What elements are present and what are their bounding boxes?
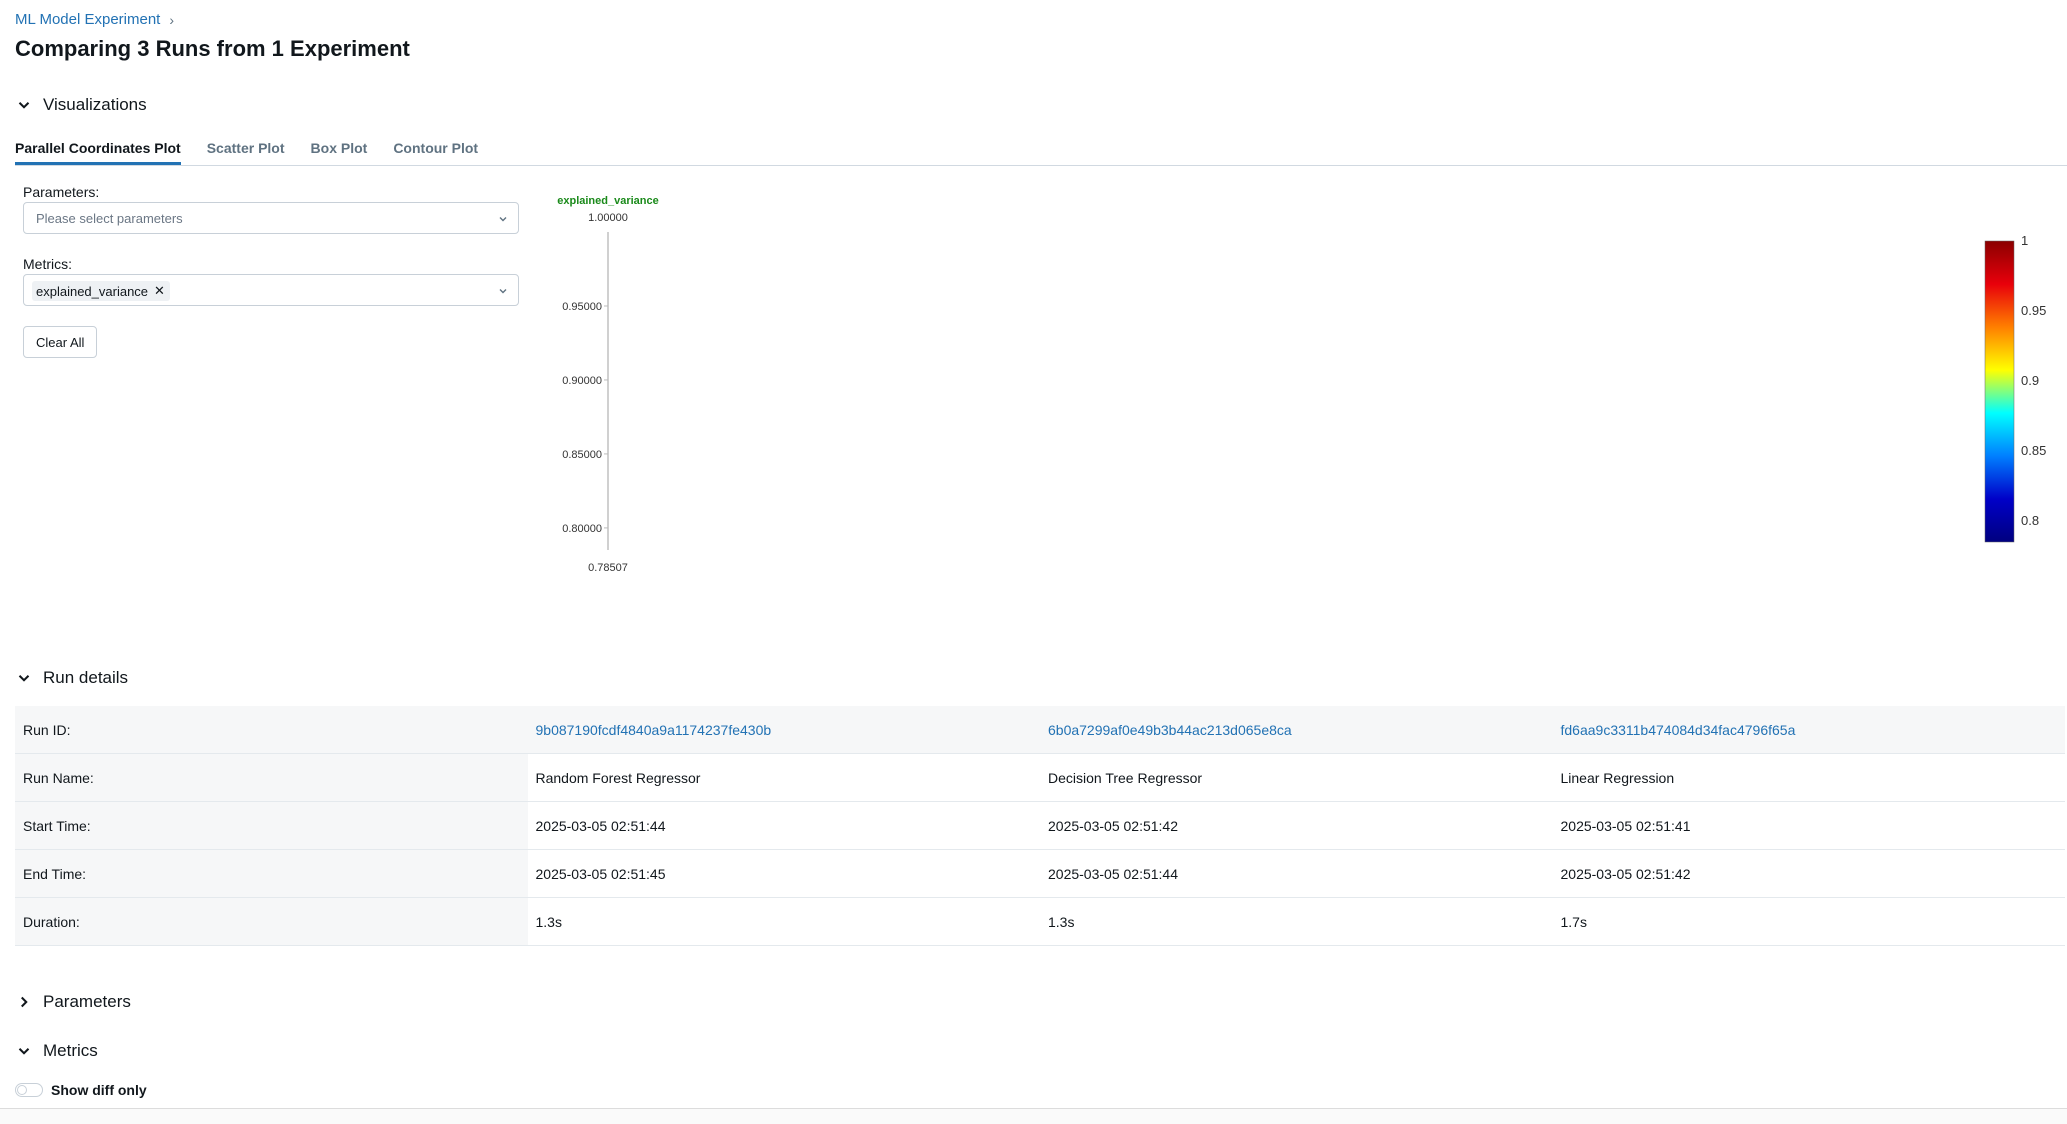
parameters-label: Parameters:: [23, 184, 100, 200]
breadcrumb: ML Model Experiment ›: [15, 11, 174, 28]
metric-tag: explained_variance ✕: [32, 281, 170, 301]
chevron-down-icon: [18, 675, 30, 682]
colorscale-bar: [1984, 240, 2015, 543]
run-details-section-title: Run details: [43, 668, 129, 687]
run-id-link[interactable]: 6b0a7299af0e49b3b44ac213d065e8ca: [1048, 722, 1292, 738]
visualizations-section-title: Visualizations: [43, 95, 147, 114]
table-row: Duration: 1.3s 1.3s 1.7s: [15, 898, 2065, 946]
axis-tick-label: 0.95000: [562, 301, 602, 313]
show-diff-toggle[interactable]: [15, 1083, 43, 1097]
chevron-down-icon: [499, 289, 507, 294]
table-cell: 1.7s: [1560, 913, 1587, 930]
parallel-coordinates-plot: explained_variance 1.00000 0.95000 0.9000…: [557, 195, 2046, 574]
table-cell: 1.3s: [1048, 913, 1075, 930]
parameters-section-title: Parameters: [43, 992, 131, 1011]
axis-tick-label: 0.90000: [562, 375, 602, 387]
colorscale-tick-label: 0.8: [2021, 513, 2039, 528]
page-title: Comparing 3 Runs from 1 Experiment: [15, 36, 410, 61]
clear-all-button[interactable]: Clear All: [23, 326, 98, 358]
parameters-select[interactable]: Please select parameters: [23, 202, 519, 234]
row-label: Start Time:: [15, 802, 528, 849]
visualizations-section-toggle[interactable]: Visualizations: [15, 95, 147, 115]
table-cell: Decision Tree Regressor: [1048, 769, 1203, 786]
metrics-section-toggle[interactable]: Metrics: [15, 1041, 98, 1061]
table-row: End Time: 2025-03-05 02:51:45 2025-03-05…: [15, 850, 2065, 898]
row-label: End Time:: [15, 850, 528, 897]
axis-min-label: 0.78507: [588, 562, 628, 574]
breadcrumb-separator: ›: [169, 11, 175, 28]
table-cell: 2025-03-05 02:51:42: [1048, 817, 1178, 834]
colorscale-tick-label: 0.95: [2021, 303, 2046, 318]
metrics-label: Metrics:: [23, 256, 72, 272]
table-cell: 1.3s: [535, 913, 562, 930]
parameters-placeholder: Please select parameters: [36, 211, 183, 226]
axis-tick-label: 0.80000: [562, 523, 602, 535]
metric-tag-label: explained_variance: [36, 283, 149, 299]
colorscale-tick-label: 0.9: [2021, 373, 2039, 388]
table-cell: Random Forest Regressor: [535, 769, 701, 786]
bottom-status-strip: [0, 1108, 2067, 1124]
table-cell: 2025-03-05 02:51:41: [1560, 817, 1691, 834]
run-id-link[interactable]: fd6aa9c3311b474084d34fac4796f65a: [1561, 722, 1796, 738]
axis-tick-label: 0.85000: [562, 449, 602, 461]
metrics-section-title: Metrics: [43, 1041, 98, 1060]
chevron-down-icon: [18, 102, 30, 109]
run-id-link[interactable]: 9b087190fcdf4840a9a1174237fe430b: [536, 722, 772, 738]
visualization-tabs: Parallel Coordinates Plot Scatter Plot B…: [15, 140, 2067, 166]
chevron-down-icon: [499, 217, 507, 222]
axis-max-label: 1.00000: [588, 212, 628, 224]
show-diff-label: Show diff only: [51, 1082, 147, 1098]
table-cell: Linear Regression: [1560, 769, 1675, 786]
metrics-select[interactable]: explained_variance ✕: [23, 274, 519, 306]
table-row: Run Name: Random Forest Regressor Decisi…: [15, 754, 2065, 802]
tab-contour-plot[interactable]: Contour Plot: [393, 140, 478, 165]
breadcrumb-experiment-link[interactable]: ML Model Experiment: [15, 11, 160, 28]
row-label: Run ID:: [15, 706, 528, 753]
chevron-down-icon: [18, 1048, 30, 1055]
tab-box-plot[interactable]: Box Plot: [311, 140, 368, 165]
run-details-table: Run ID: 9b087190fcdf4840a9a1174237fe430b…: [15, 706, 2065, 946]
axis-title: explained_variance: [557, 195, 659, 207]
table-row: Start Time: 2025-03-05 02:51:44 2025-03-…: [15, 802, 2065, 850]
row-label: Run Name:: [15, 754, 528, 801]
parameters-section-toggle[interactable]: Parameters: [15, 992, 131, 1012]
table-cell: 2025-03-05 02:51:44: [1048, 865, 1178, 882]
colorscale-tick-label: 0.85: [2021, 443, 2046, 458]
run-details-section-toggle[interactable]: Run details: [15, 668, 128, 688]
table-row: Run ID: 9b087190fcdf4840a9a1174237fe430b…: [15, 706, 2065, 754]
colorscale-tick-label: 1: [2021, 233, 2028, 248]
table-cell: 2025-03-05 02:51:45: [535, 865, 666, 882]
close-icon[interactable]: ✕: [154, 283, 165, 299]
table-cell: 2025-03-05 02:51:42: [1560, 865, 1691, 882]
table-cell: 2025-03-05 02:51:44: [535, 817, 666, 834]
row-label: Duration:: [15, 898, 528, 945]
chevron-right-icon: [21, 996, 28, 1008]
tab-scatter-plot[interactable]: Scatter Plot: [207, 140, 285, 165]
tab-parallel-coordinates[interactable]: Parallel Coordinates Plot: [15, 140, 181, 165]
